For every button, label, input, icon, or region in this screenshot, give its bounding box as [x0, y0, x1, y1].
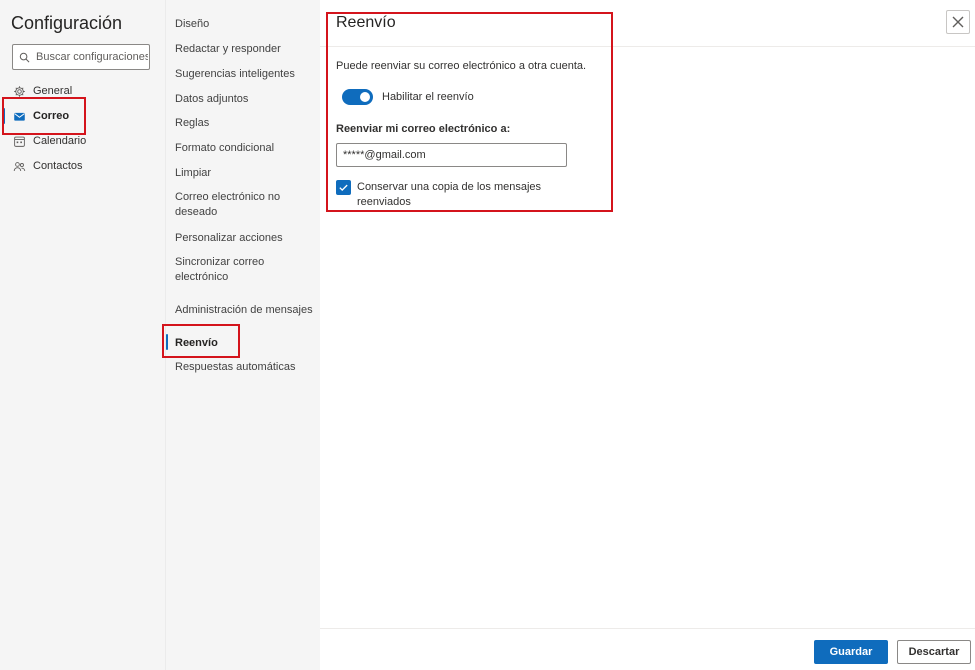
settings-search[interactable] [12, 44, 150, 70]
subnav-conditional-formatting[interactable]: Formato condicional [175, 141, 315, 156]
checkmark-icon [339, 184, 348, 192]
subnav-forwarding[interactable]: Reenvío [175, 336, 315, 351]
enable-forwarding-label: Habilitar el reenvío [382, 91, 474, 103]
category-contacts[interactable]: Contactos [12, 157, 83, 175]
pane-title: Reenvío [336, 14, 396, 31]
subnav-attachments[interactable]: Datos adjuntos [175, 92, 315, 107]
subnav-junk-email[interactable]: Correo electrónico no deseado [175, 190, 295, 220]
subnav-message-handling[interactable]: Administración de mensajes [175, 303, 315, 318]
keep-copy-checkbox[interactable] [336, 180, 351, 195]
header-divider [320, 46, 975, 47]
enable-forwarding-toggle[interactable] [342, 89, 373, 105]
subnav-smart-suggestions[interactable]: Sugerencias inteligentes [175, 67, 315, 82]
forwarding-description: Puede reenviar su correo electrónico a o… [336, 60, 587, 72]
subnav-design[interactable]: Diseño [175, 17, 315, 32]
search-icon [19, 52, 30, 62]
subnav-automatic-replies[interactable]: Respuestas automáticas [175, 360, 315, 375]
category-label: Contactos [33, 160, 83, 172]
page-title: Configuración [11, 13, 123, 33]
mail-icon [12, 109, 26, 123]
discard-button[interactable]: Descartar [897, 640, 971, 664]
active-category-indicator [3, 108, 5, 124]
subnav-rules[interactable]: Reglas [175, 116, 315, 131]
toggle-knob [360, 92, 370, 102]
subnav-sweep[interactable]: Limpiar [175, 166, 315, 181]
category-calendar[interactable]: Calendario [12, 132, 86, 150]
category-general[interactable]: General [12, 82, 72, 100]
forward-email-field[interactable] [336, 143, 567, 167]
subnav-compose-reply[interactable]: Redactar y responder [175, 42, 315, 57]
forward-to-label: Reenviar mi correo electrónico a: [336, 123, 511, 135]
category-label: General [33, 85, 73, 97]
active-subnav-indicator [166, 334, 168, 350]
settings-category-panel [0, 0, 165, 670]
search-input[interactable] [36, 51, 148, 63]
calendar-icon [12, 134, 26, 148]
footer-divider [320, 628, 975, 629]
category-mail[interactable]: Correo [12, 107, 69, 125]
close-icon [952, 16, 964, 28]
keep-copy-label[interactable]: Conservar una copia de los mensajes reen… [357, 180, 557, 210]
subnav-customize-actions[interactable]: Personalizar acciones [175, 231, 315, 246]
save-button[interactable]: Guardar [814, 640, 888, 664]
close-button[interactable] [946, 10, 970, 34]
gear-icon [12, 84, 26, 98]
category-label: Calendario [33, 135, 87, 147]
category-label: Correo [33, 110, 70, 122]
people-icon [12, 159, 26, 173]
subnav-sync-email[interactable]: Sincronizar correo electrónico [175, 255, 275, 285]
